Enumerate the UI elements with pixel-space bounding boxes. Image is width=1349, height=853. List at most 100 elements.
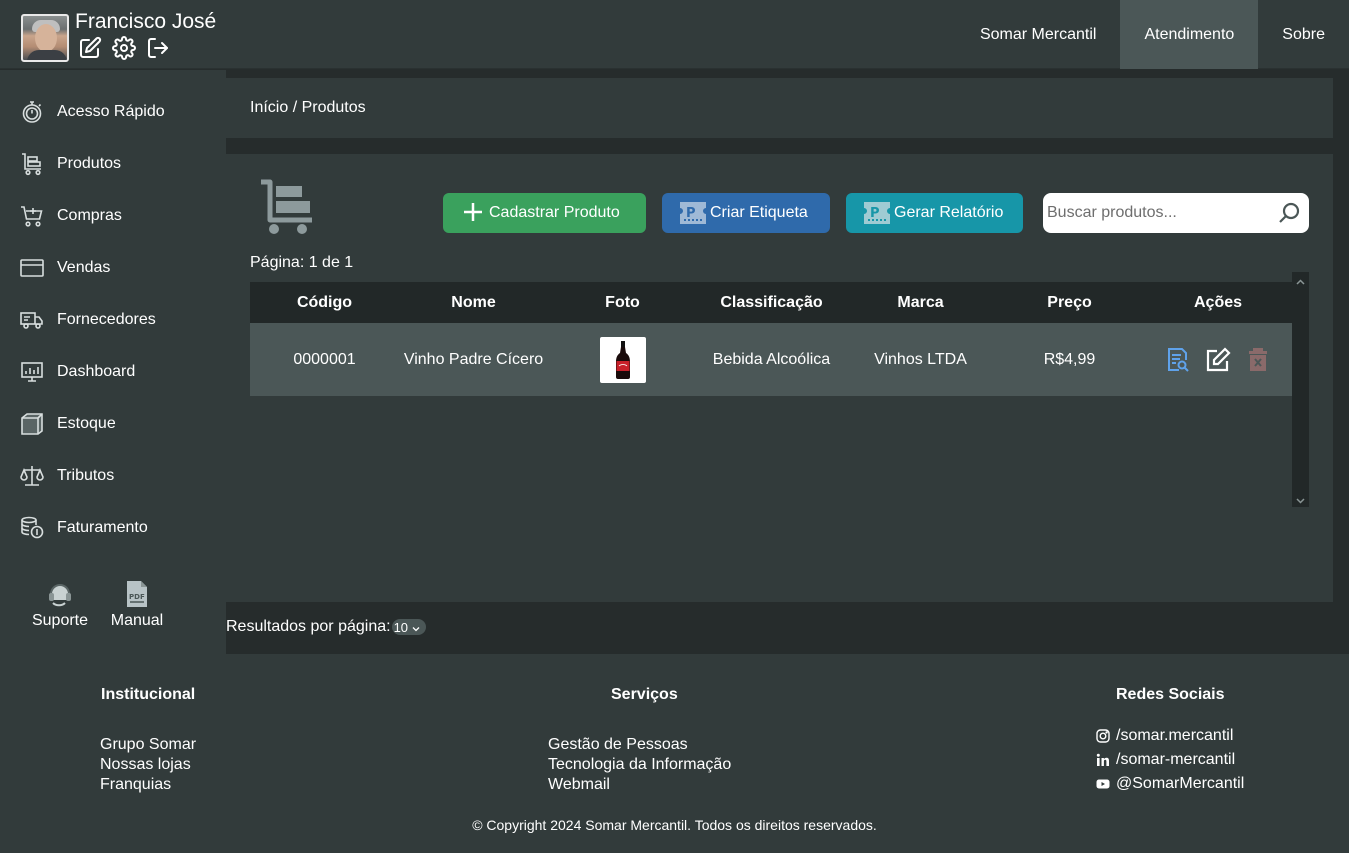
cell-codigo: 0000001 [293,350,356,368]
copyright: © Copyright 2024 Somar Mercantil. Todos … [472,817,877,833]
cadastrar-produto-label: Cadastrar Produto [489,204,620,221]
top-bar: Francisco José Somar Mercantil Atendimen… [0,0,1349,69]
youtube-link: @SomarMercantil [1116,775,1245,792]
sidebar-item-label: Acesso Rápido [57,103,165,120]
gerar-relatorio-label: Gerar Relatório [894,204,1004,221]
cell-nome: Vinho Padre Cícero [403,350,544,368]
sidebar: Acesso Rápido Produtos Compras Vendas Fo… [0,70,226,654]
breadcrumb[interactable]: Início / Produtos [226,78,1333,138]
products-cart-icon [258,178,314,236]
footer-redes-title: Redes Sociais [1116,686,1225,703]
criar-etiqueta-button[interactable]: P Criar Etiqueta [662,193,830,233]
column-header-foto: Foto [605,293,640,311]
footer-link[interactable]: Gestão de Pessoas [548,736,688,754]
nav-somar-mercantil[interactable]: Somar Mercantil [956,0,1120,69]
linkedin-icon [1096,753,1110,767]
sidebar-item-produtos[interactable]: Produtos [0,142,226,186]
headset-icon [47,580,73,608]
label-tag-icon: P [678,200,708,226]
user-tools [78,36,170,60]
cell-preco: R$4,99 [1043,350,1096,368]
sidebar-item-label: Produtos [57,155,122,172]
footer-link[interactable]: Franquias [100,776,171,794]
plus-icon [461,200,487,226]
credit-card-icon [20,256,44,280]
scale-icon [20,464,44,488]
sidebar-item-compras[interactable]: Compras [0,194,226,238]
view-details-icon[interactable] [1165,347,1191,373]
suporte-button[interactable]: Suporte [20,580,100,630]
svg-text:PDF: PDF [129,593,145,601]
gear-icon[interactable] [112,36,136,60]
sidebar-item-tributos[interactable]: Tributos [0,454,226,498]
search-icon[interactable] [1277,201,1301,225]
sidebar-item-dashboard[interactable]: Dashboard [0,350,226,394]
cell-acoes [1144,323,1292,396]
products-table: Código Nome Foto Classificação Marca Pre… [250,272,1309,508]
top-nav: Somar Mercantil Atendimento Sobre [956,0,1349,69]
linkedin-link: /somar-mercantil [1116,751,1236,768]
chevron-down-icon [412,620,420,635]
svg-text:P: P [686,206,696,221]
sidebar-item-label: Dashboard [57,363,136,380]
nav-sobre[interactable]: Sobre [1258,0,1349,69]
box-icon [20,412,44,436]
sidebar-item-label: Vendas [57,259,111,276]
sidebar-item-label: Estoque [57,415,116,432]
pdf-icon: PDF [124,580,150,608]
footer-link[interactable]: Webmail [548,776,610,794]
column-header-preco: Preço [1047,293,1092,311]
sidebar-item-label: Faturamento [57,519,148,536]
sidebar-item-label: Compras [57,207,122,224]
sidebar-item-acesso-rapido[interactable]: Acesso Rápido [0,90,226,134]
column-header-nome: Nome [451,293,496,311]
footer-link[interactable]: Grupo Somar [100,736,196,754]
footer-link[interactable]: Tecnologia da Informação [548,756,731,774]
criar-etiqueta-label: Criar Etiqueta [710,204,808,221]
column-header-acoes: Ações [1193,293,1243,311]
chevron-down-icon[interactable] [1295,493,1306,504]
sidebar-item-fornecedores[interactable]: Fornecedores [0,298,226,342]
cart-plus-icon [20,204,44,228]
footer-social-instagram[interactable]: /somar.mercantil [1096,727,1233,745]
sidebar-item-label: Fornecedores [57,311,156,328]
table-scrollbar[interactable] [1292,272,1309,507]
youtube-icon [1096,777,1110,791]
footer-social-youtube[interactable]: @SomarMercantil [1096,775,1244,793]
sidebar-item-label: Tributos [57,467,115,484]
manual-label: Manual [110,612,164,629]
logout-icon[interactable] [146,36,170,60]
footer-link[interactable]: Nossas lojas [100,756,191,774]
stopwatch-icon [20,100,44,124]
per-page-label: Resultados por página: [226,618,391,635]
footer-servicos-title: Serviços [611,686,678,703]
product-photo[interactable] [599,336,646,383]
sidebar-item-vendas[interactable]: Vendas [0,246,226,290]
per-page-value: 10 [393,619,409,635]
sidebar-item-estoque[interactable]: Estoque [0,402,226,446]
instagram-link: /somar.mercantil [1116,727,1234,744]
footer-social-linkedin[interactable]: /somar-mercantil [1096,751,1235,769]
chevron-up-icon[interactable] [1295,275,1306,286]
sidebar-item-faturamento[interactable]: Faturamento [0,506,226,550]
table-row[interactable]: 0000001 Vinho Padre Cícero Bebida Alcoól… [250,323,1292,396]
edit-profile-icon[interactable] [78,36,102,60]
delete-icon[interactable] [1245,347,1271,373]
avatar[interactable] [21,14,69,62]
sidebar-bottom: Suporte PDF Manual [0,580,226,640]
per-page-select[interactable]: 10 [391,619,427,635]
nav-atendimento[interactable]: Atendimento [1120,0,1259,69]
column-header-classificacao: Classificação [720,293,823,311]
search-input[interactable] [1047,193,1267,233]
cadastrar-produto-button[interactable]: Cadastrar Produto [443,193,646,233]
monitor-icon [20,360,44,384]
gerar-relatorio-button[interactable]: P Gerar Relatório [846,193,1023,233]
user-name: Francisco José [75,10,217,33]
report-tag-icon: P [862,200,892,226]
edit-icon[interactable] [1205,346,1231,373]
footer-institucional-title: Institucional [101,686,196,703]
svg-text:P: P [870,206,880,221]
manual-button[interactable]: PDF Manual [97,580,177,630]
column-header-codigo: Código [296,293,353,311]
instagram-icon [1096,729,1110,743]
